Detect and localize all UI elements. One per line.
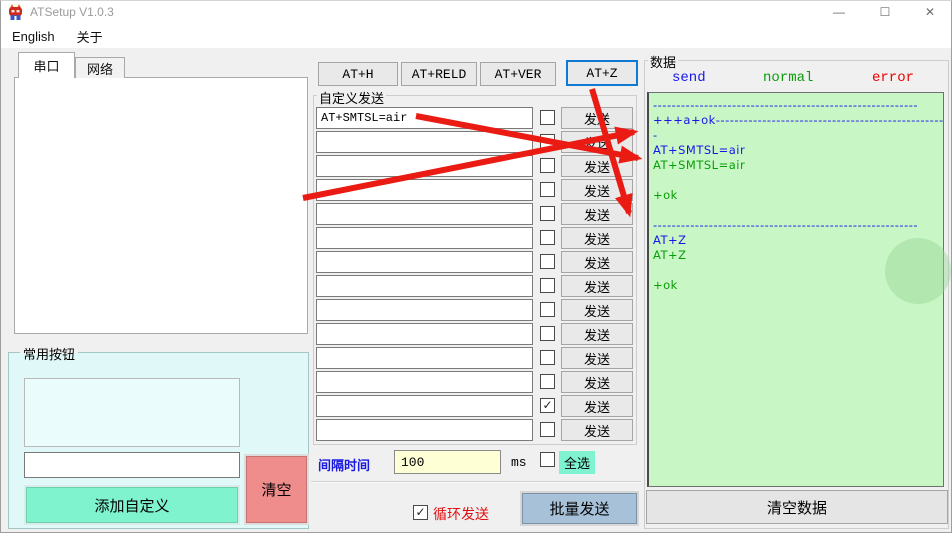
quick-button-atver[interactable]: AT+VER <box>480 62 556 86</box>
select-all-label: 全选 <box>559 451 595 474</box>
custom-send-input-2[interactable] <box>316 155 533 177</box>
send-button-7[interactable]: 发送 <box>561 275 633 297</box>
divider <box>311 481 641 483</box>
menu-item-english[interactable]: English <box>12 29 55 44</box>
data-log-line-2: - <box>653 128 943 143</box>
app-icon <box>7 4 24 21</box>
custom-send-checkbox-5[interactable] <box>540 230 555 245</box>
select-all-checkbox[interactable] <box>540 452 555 467</box>
legend-error: error <box>872 70 914 86</box>
send-button-10[interactable]: 发送 <box>561 347 633 369</box>
maximize-button[interactable]: ☐ <box>868 0 902 25</box>
custom-send-input-12[interactable] <box>316 395 533 417</box>
clear-common-button[interactable]: 清空 <box>246 456 307 523</box>
tab-network[interactable]: 网络 <box>75 57 125 78</box>
custom-button-name-input[interactable] <box>24 452 240 478</box>
custom-send-input-10[interactable] <box>316 347 533 369</box>
app-title: ATSetup V1.0.3 <box>30 5 114 19</box>
custom-send-input-6[interactable] <box>316 251 533 273</box>
clear-data-button[interactable]: 清空数据 <box>646 490 948 524</box>
custom-send-checkbox-6[interactable] <box>540 254 555 269</box>
serial-tab-page <box>14 77 308 334</box>
menu-item-about[interactable]: 关于 <box>77 27 103 46</box>
menu-bar: English 关于 <box>0 25 952 48</box>
send-button-8[interactable]: 发送 <box>561 299 633 321</box>
common-buttons-title: 常用按钮 <box>20 344 78 363</box>
send-button-13[interactable]: 发送 <box>561 419 633 441</box>
send-button-11[interactable]: 发送 <box>561 371 633 393</box>
send-button-5[interactable]: 发送 <box>561 227 633 249</box>
data-log-line-4: AT+SMTSL=air <box>653 158 943 173</box>
quick-button-atreld[interactable]: AT+RELD <box>401 62 477 86</box>
custom-send-checkbox-4[interactable] <box>540 206 555 221</box>
send-button-1[interactable]: 发送 <box>561 131 633 153</box>
interval-label: 间隔时间 <box>318 455 370 474</box>
data-log-line-0: ----------------------------------------… <box>653 98 943 113</box>
send-button-4[interactable]: 发送 <box>561 203 633 225</box>
custom-send-checkbox-12[interactable]: ✓ <box>540 398 555 413</box>
custom-send-input-1[interactable] <box>316 131 533 153</box>
data-log-line-7 <box>653 203 943 218</box>
legend-normal: normal <box>763 70 813 86</box>
custom-send-checkbox-2[interactable] <box>540 158 555 173</box>
custom-send-checkbox-11[interactable] <box>540 374 555 389</box>
add-custom-button[interactable]: 添加自定义 <box>26 487 238 523</box>
custom-send-checkbox-9[interactable] <box>540 326 555 341</box>
watermark-circle <box>885 238 951 304</box>
data-title: 数据 <box>648 52 678 71</box>
custom-send-input-7[interactable] <box>316 275 533 297</box>
custom-send-checkbox-7[interactable] <box>540 278 555 293</box>
custom-send-title: 自定义发送 <box>317 88 386 107</box>
quick-button-atz[interactable]: AT+Z <box>566 60 638 86</box>
close-button[interactable]: ✕ <box>913 0 947 25</box>
custom-send-checkbox-3[interactable] <box>540 182 555 197</box>
send-button-12[interactable]: 发送 <box>561 395 633 417</box>
custom-send-input-8[interactable] <box>316 299 533 321</box>
custom-send-checkbox-13[interactable] <box>540 422 555 437</box>
custom-send-input-0[interactable] <box>316 107 533 129</box>
custom-send-input-4[interactable] <box>316 203 533 225</box>
custom-send-input-9[interactable] <box>316 323 533 345</box>
custom-send-input-11[interactable] <box>316 371 533 393</box>
custom-send-checkbox-0[interactable] <box>540 110 555 125</box>
data-log-line-5 <box>653 173 943 188</box>
custom-send-input-13[interactable] <box>316 419 533 441</box>
custom-send-checkbox-10[interactable] <box>540 350 555 365</box>
send-button-0[interactable]: 发送 <box>561 107 633 129</box>
batch-send-button[interactable]: 批量发送 <box>522 493 637 524</box>
interval-input[interactable] <box>394 450 501 474</box>
send-button-3[interactable]: 发送 <box>561 179 633 201</box>
send-button-9[interactable]: 发送 <box>561 323 633 345</box>
interval-unit-label: ms <box>511 455 527 470</box>
quick-button-ath[interactable]: AT+H <box>318 62 398 86</box>
send-button-6[interactable]: 发送 <box>561 251 633 273</box>
custom-send-checkbox-8[interactable] <box>540 302 555 317</box>
legend-send: send <box>672 70 706 86</box>
data-log-line-6: +ok <box>653 188 943 203</box>
data-log-line-3: AT+SMTSL=air <box>653 143 943 158</box>
minimize-button[interactable]: — <box>822 0 856 25</box>
custom-send-input-5[interactable] <box>316 227 533 249</box>
send-button-2[interactable]: 发送 <box>561 155 633 177</box>
custom-send-input-3[interactable] <box>316 179 533 201</box>
common-buttons-list[interactable] <box>24 378 240 447</box>
data-log-line-1: +++a+ok---------------------------------… <box>653 113 943 128</box>
title-bar: ATSetup V1.0.3 — ☐ ✕ <box>0 0 952 25</box>
tab-serial[interactable]: 串口 <box>18 52 75 78</box>
custom-send-checkbox-1[interactable] <box>540 134 555 149</box>
loop-send-checkbox[interactable]: ✓ <box>413 505 428 520</box>
data-log-line-8: ----------------------------------------… <box>653 218 943 233</box>
loop-send-label: 循环发送 <box>433 504 489 524</box>
